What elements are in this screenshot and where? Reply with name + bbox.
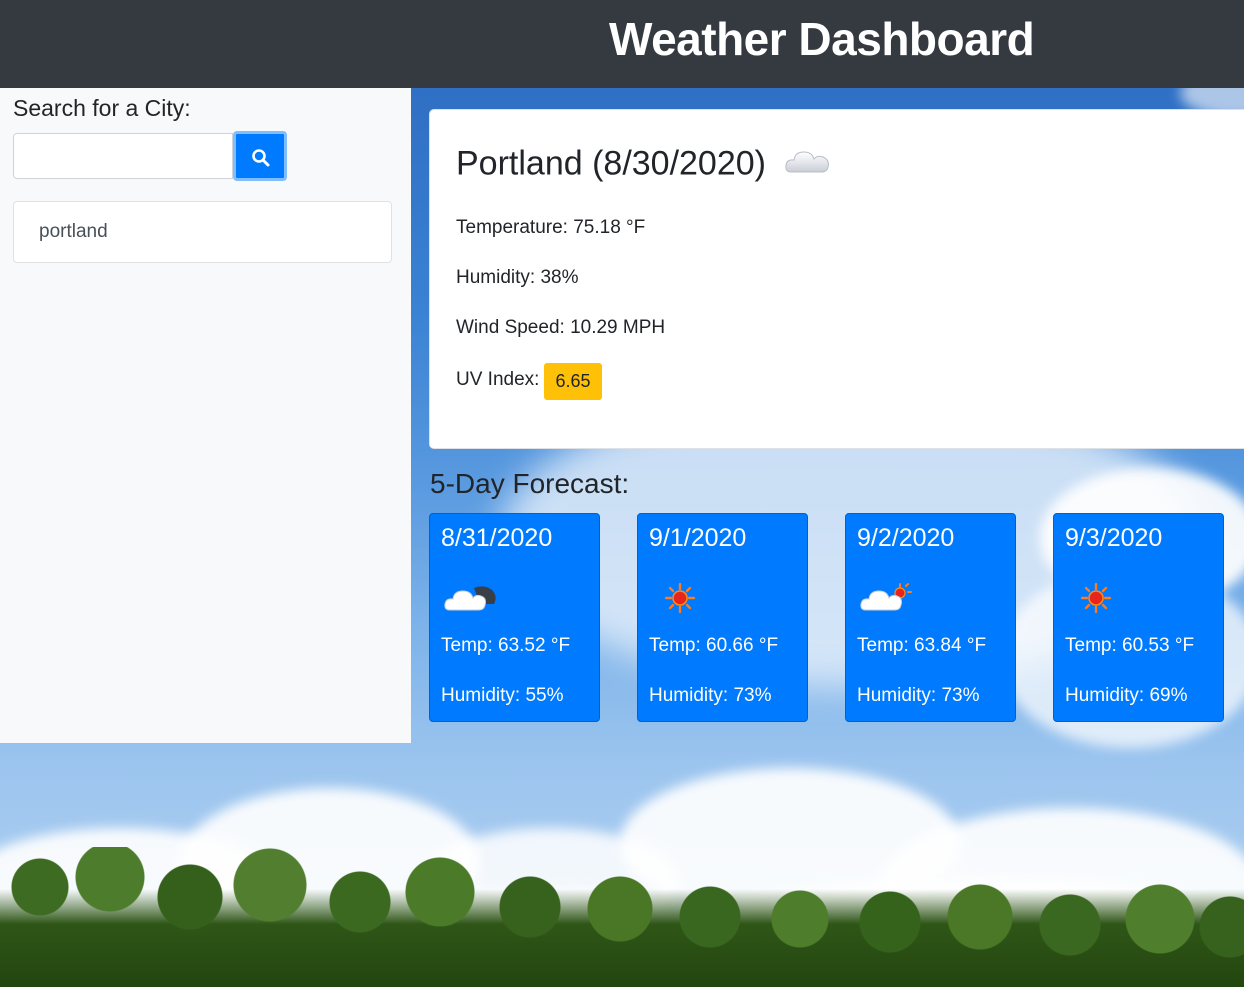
forecast-temp: Temp: 63.52 °F <box>441 635 571 656</box>
forecast-date: 8/31/2020 <box>441 524 553 552</box>
history-item-label: portland <box>39 221 108 242</box>
search-button[interactable] <box>233 131 287 181</box>
forecast-date: 9/3/2020 <box>1065 524 1163 552</box>
forecast-card: 9/2/2020 Temp: 63.84 °F Humidity: 73% <box>845 513 1016 722</box>
sun-icon <box>652 580 708 621</box>
uv-index-badge: 6.65 <box>544 363 602 400</box>
city-date-heading: Portland (8/30/2020) <box>456 144 766 183</box>
cloud-icon <box>783 144 833 187</box>
forecast-temp: Temp: 63.84 °F <box>857 635 987 656</box>
city-search-input[interactable] <box>13 133 233 179</box>
forecast-card: 9/3/2020 Temp: 60.53 °F Humidity: 69% <box>1053 513 1224 722</box>
forecast-humidity: Humidity: 55% <box>441 685 564 706</box>
forecast-humidity: Humidity: 73% <box>649 685 772 706</box>
search-label: Search for a City: <box>13 95 191 121</box>
uv-index-label: UV Index: <box>456 369 540 390</box>
forecast-humidity: Humidity: 73% <box>857 685 980 706</box>
current-humidity: Humidity: 38% <box>456 267 579 288</box>
current-wind-speed: Wind Speed: 10.29 MPH <box>456 317 666 338</box>
current-temperature: Temperature: 75.18 °F <box>456 217 646 238</box>
forecast-date: 9/1/2020 <box>649 524 747 552</box>
forecast-date: 9/2/2020 <box>857 524 955 552</box>
search-sidebar: Search for a City: portland <box>0 88 411 743</box>
page-title: Weather Dashboard <box>609 13 1035 65</box>
forecast-temp: Temp: 60.66 °F <box>649 635 779 656</box>
forecast-temp: Temp: 60.53 °F <box>1065 635 1195 656</box>
cloud-moon-icon <box>444 580 500 621</box>
search-icon <box>252 149 270 167</box>
forecast-card: 9/1/2020 Temp: 60.66 °F Humidity: 73% <box>637 513 808 722</box>
history-item-portland[interactable]: portland <box>13 201 392 263</box>
forecast-title: 5-Day Forecast: <box>430 468 630 499</box>
cloud-sun-icon <box>860 580 916 621</box>
page-header: Weather Dashboard <box>0 0 1244 88</box>
forecast-humidity: Humidity: 69% <box>1065 685 1188 706</box>
forecast-card: 8/31/2020 Temp: 63.52 °F Humidity: 55% <box>429 513 600 722</box>
current-weather-card: Portland (8/30/2020) Temperature: 75.18 … <box>429 109 1244 449</box>
sun-icon <box>1068 580 1124 621</box>
current-weather-title: Portland (8/30/2020) <box>456 144 833 187</box>
